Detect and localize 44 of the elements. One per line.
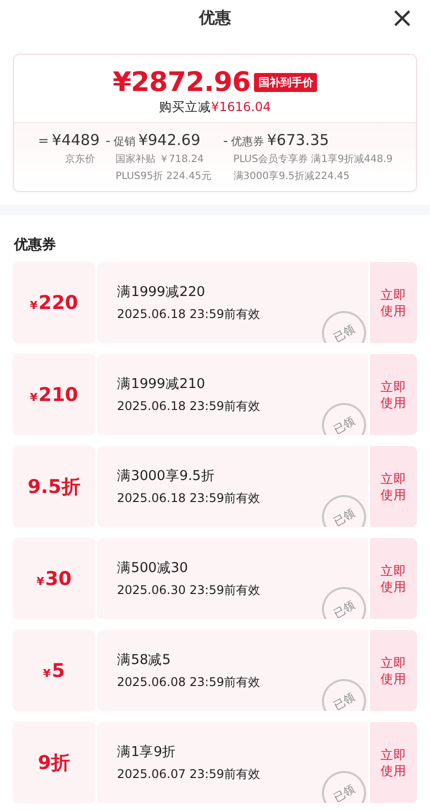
breakdown-label: 促销 <box>113 134 136 149</box>
coupon-condition: 满1999减210 <box>117 374 206 392</box>
breakdown-note: 满3000享9.5折减224.45 <box>233 170 351 183</box>
use-now-button[interactable]: 立即使用 <box>370 722 417 803</box>
breakdown-amount: ¥673.35 <box>267 131 330 149</box>
sheet-title: 优惠 <box>199 8 231 28</box>
coupon-validity: 2025.06.30 23:59前有效 <box>117 582 262 598</box>
coupon-condition: 满500减30 <box>117 558 189 576</box>
coupon-condition: 满1享9折 <box>117 742 178 760</box>
operator-sign: - <box>223 134 228 149</box>
breakdown-note: PLUS会员专享券 满1享9折减448.9 <box>233 152 393 166</box>
close-button[interactable]: × <box>386 2 418 34</box>
breakdown-amount: ¥942.69 <box>138 131 200 149</box>
coupon-validity: 2025.06.18 23:59前有效 <box>117 398 262 414</box>
coupon-validity: 2025.06.18 23:59前有效 <box>117 306 262 322</box>
breakdown-amount: ¥4489 <box>52 131 100 149</box>
coupon-value: ¥220 <box>30 292 78 314</box>
use-now-button[interactable]: 立即使用 <box>370 354 417 435</box>
coupon-value: ¥30 <box>36 568 72 590</box>
coupon-validity: 2025.06.18 23:59前有效 <box>117 490 262 506</box>
coupon-validity: 2025.06.07 23:59前有效 <box>117 766 262 782</box>
use-now-button[interactable]: 立即使用 <box>370 262 417 343</box>
use-now-button[interactable]: 立即使用 <box>370 538 417 619</box>
operator-sign: - <box>106 134 110 149</box>
operator-sign: = <box>38 134 49 149</box>
coupon-condition: 满1999减220 <box>117 282 206 300</box>
saving-label: 购买立减 <box>159 99 212 114</box>
breakdown-note: 京东价 <box>65 152 96 166</box>
price-badge: 国补到手价 <box>254 73 318 92</box>
coupon-validity: 2025.06.08 23:59前有效 <box>117 674 262 690</box>
saving-amount: ¥1616.04 <box>211 99 271 114</box>
breakdown-note: 国家补贴 ￥718.24 <box>116 152 205 166</box>
final-price: ¥2872.96 <box>112 67 250 98</box>
breakdown-note: PLUS95折 224.45元 <box>116 170 212 183</box>
section-title: 优惠券 <box>14 236 57 254</box>
use-now-button[interactable]: 立即使用 <box>370 446 417 527</box>
coupon-condition: 满58减5 <box>117 650 172 668</box>
coupon-condition: 满3000享9.5折 <box>117 466 216 484</box>
coupon-value: ¥5 <box>43 660 65 682</box>
coupon-value: ¥210 <box>30 384 78 406</box>
coupon-value: 9折 <box>38 750 70 776</box>
breakdown-label: 优惠券 <box>231 134 264 149</box>
use-now-button[interactable]: 立即使用 <box>370 630 417 711</box>
coupon-value: 9.5折 <box>28 474 80 500</box>
